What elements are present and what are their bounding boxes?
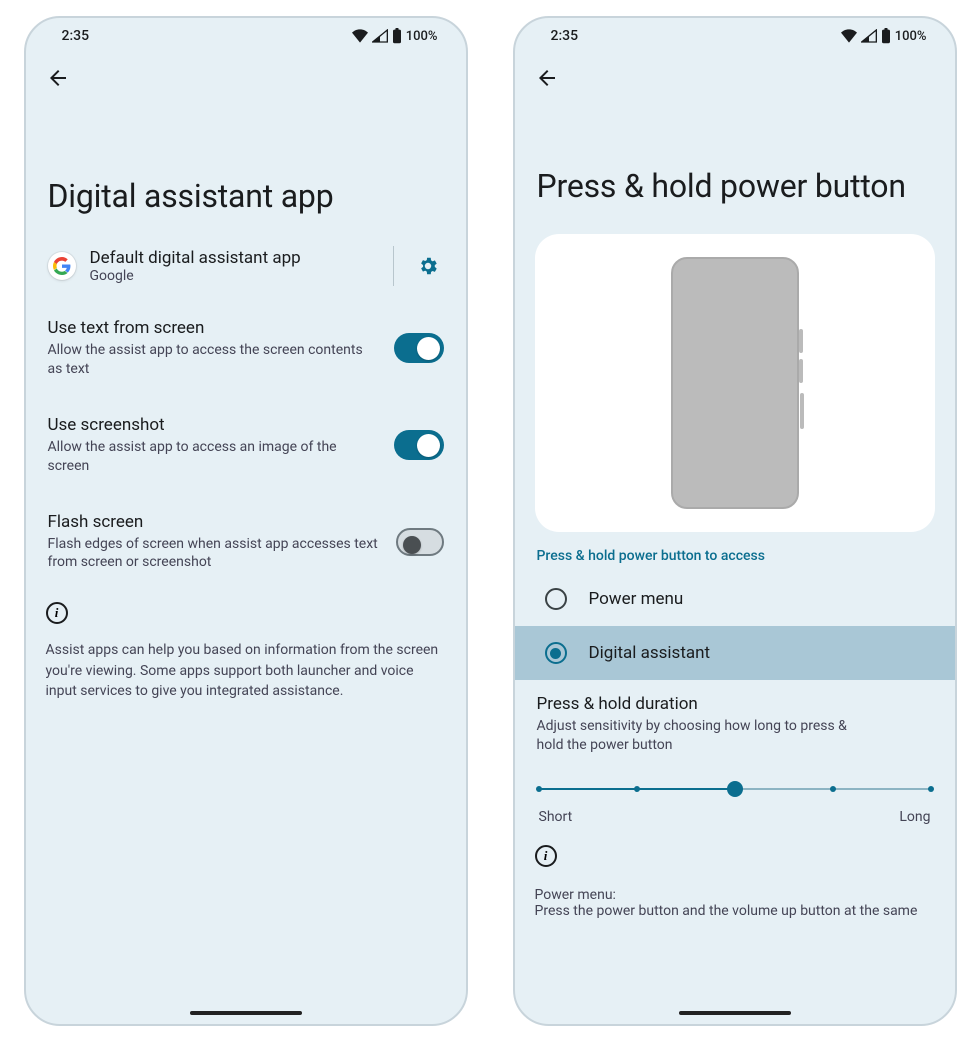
- gear-icon: [417, 255, 439, 277]
- status-bar: 2:35 100%: [515, 18, 955, 50]
- radio-digital-assistant[interactable]: Digital assistant: [515, 626, 955, 680]
- duration-subtitle: Adjust sensitivity by choosing how long …: [537, 717, 877, 755]
- gesture-nav-bar[interactable]: [26, 1011, 466, 1015]
- setting-use-screenshot[interactable]: Use screenshot Allow the assist app to a…: [46, 397, 446, 494]
- signal-icon: [861, 29, 877, 43]
- power-menu-text: Press the power button and the volume up…: [535, 903, 935, 919]
- google-icon: [48, 252, 76, 280]
- toggle-flash-screen[interactable]: [396, 528, 444, 556]
- divider: [393, 246, 394, 286]
- page-title: Digital assistant app: [26, 106, 466, 244]
- arrow-back-icon: [46, 66, 70, 90]
- arrow-back-icon: [535, 66, 559, 90]
- status-bar: 2:35 100%: [26, 18, 466, 50]
- section-header: Press & hold power button to access: [537, 548, 933, 564]
- back-button[interactable]: [529, 60, 565, 96]
- power-menu-header: Power menu:: [535, 887, 935, 903]
- footer-text: Assist apps can help you based on inform…: [46, 640, 446, 701]
- battery-percentage: 100%: [406, 29, 438, 44]
- battery-icon: [881, 28, 891, 44]
- setting-title: Flash screen: [48, 512, 380, 532]
- status-time: 2:35: [62, 28, 90, 44]
- status-icons: 100%: [352, 28, 438, 44]
- setting-title: Use screenshot: [48, 415, 378, 435]
- info-icon: i: [535, 845, 557, 867]
- status-icons: 100%: [841, 28, 927, 44]
- wifi-icon: [841, 29, 857, 43]
- duration-section: Press & hold duration Adjust sensitivity…: [535, 680, 935, 833]
- radio-icon: [545, 588, 567, 610]
- default-assistant-row[interactable]: Default digital assistant app Google: [46, 244, 446, 300]
- status-time: 2:35: [551, 28, 579, 44]
- battery-percentage: 100%: [895, 29, 927, 44]
- radio-icon: [545, 642, 567, 664]
- default-app-title: Default digital assistant app: [90, 248, 379, 268]
- toggle-use-text[interactable]: [394, 333, 444, 363]
- radio-power-menu[interactable]: Power menu: [515, 572, 955, 626]
- wifi-icon: [352, 29, 368, 43]
- settings-gear-button[interactable]: [412, 250, 444, 282]
- slider-label-left: Short: [539, 809, 573, 825]
- setting-subtitle: Allow the assist app to access the scree…: [48, 341, 378, 379]
- info-icon: i: [46, 602, 68, 624]
- toggle-use-screenshot[interactable]: [394, 430, 444, 460]
- setting-subtitle: Flash edges of screen when assist app ac…: [48, 535, 380, 573]
- phone-illustration: [671, 257, 799, 509]
- radio-label: Power menu: [589, 589, 684, 609]
- default-app-subtitle: Google: [90, 268, 379, 284]
- signal-icon: [372, 29, 388, 43]
- battery-icon: [392, 28, 402, 44]
- phone-screenshot-right: 2:35 100% Press & hold power button Pres…: [513, 16, 957, 1026]
- phone-screenshot-left: 2:35 100% Digital assistant app Default …: [24, 16, 468, 1026]
- setting-flash-screen[interactable]: Flash screen Flash edges of screen when …: [46, 494, 446, 591]
- duration-title: Press & hold duration: [537, 694, 933, 714]
- setting-title: Use text from screen: [48, 318, 378, 338]
- gesture-nav-bar[interactable]: [515, 1011, 955, 1015]
- illustration-card: [535, 234, 935, 532]
- setting-subtitle: Allow the assist app to access an image …: [48, 438, 378, 476]
- slider-label-right: Long: [899, 809, 930, 825]
- duration-slider[interactable]: [539, 779, 931, 799]
- radio-label: Digital assistant: [589, 643, 711, 663]
- back-button[interactable]: [40, 60, 76, 96]
- page-title: Press & hold power button: [515, 106, 955, 234]
- setting-use-text[interactable]: Use text from screen Allow the assist ap…: [46, 300, 446, 397]
